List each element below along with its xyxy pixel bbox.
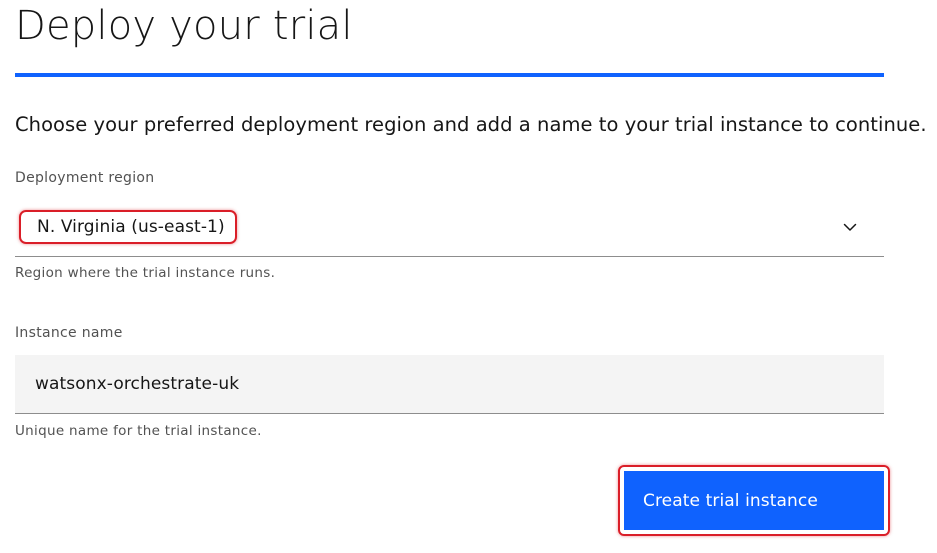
selected-region-value: N. Virginia (us-east-1): [37, 217, 225, 237]
deploy-trial-page: Deploy your trial Choose your preferred …: [0, 0, 937, 553]
deployment-region-helper: Region where the trial instance runs.: [15, 265, 276, 281]
instance-name-helper: Unique name for the trial instance.: [15, 423, 262, 439]
instance-name-value: watsonx-orchestrate-uk: [35, 374, 240, 394]
selected-region-highlight: N. Virginia (us-east-1): [19, 210, 237, 244]
instance-name-input[interactable]: watsonx-orchestrate-uk: [15, 355, 884, 414]
create-trial-instance-button[interactable]: Create trial instance: [624, 471, 884, 530]
title-divider: [15, 73, 884, 77]
instance-name-label: Instance name: [15, 325, 123, 341]
deployment-region-label: Deployment region: [15, 170, 155, 186]
page-title: Deploy your trial: [15, 3, 353, 49]
deployment-region-select[interactable]: N. Virginia (us-east-1): [15, 200, 884, 257]
chevron-down-icon[interactable]: [842, 219, 858, 235]
intro-text: Choose your preferred deployment region …: [15, 113, 927, 136]
